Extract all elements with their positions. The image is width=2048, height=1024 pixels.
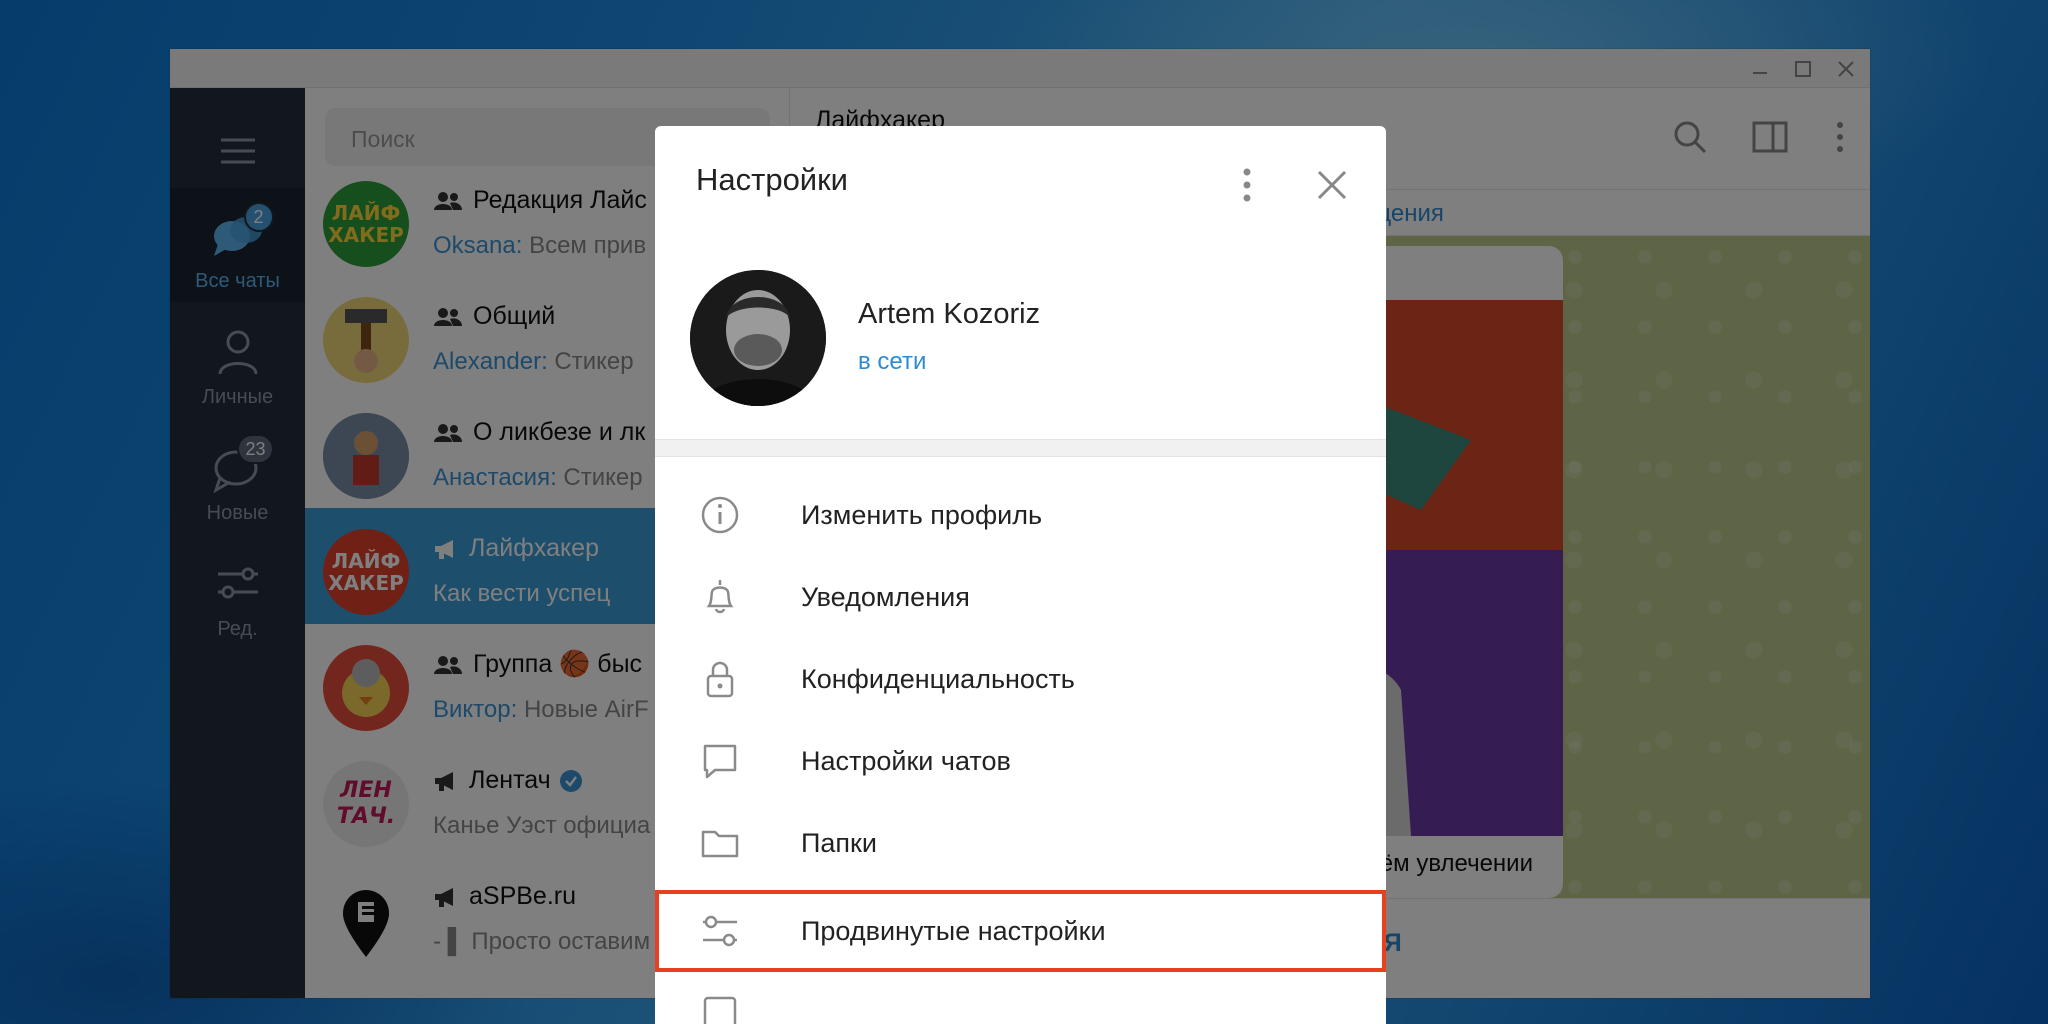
menu-item-label: Уведомления: [801, 582, 970, 612]
partial-icon: [703, 996, 737, 1024]
menu-item-advanced-settings[interactable]: Продвинутые настройки: [655, 890, 1386, 972]
menu-item-label: Конфиденциальность: [801, 664, 1075, 694]
profile-status: в сети: [858, 348, 927, 375]
menu-item-label: Продвинутые настройки: [801, 916, 1106, 946]
folder-icon: [701, 830, 739, 858]
menu-item-partial[interactable]: [655, 984, 1386, 1024]
bell-icon: [706, 580, 734, 614]
menu-item-folders[interactable]: Папки: [655, 802, 1386, 884]
menu-item-edit-profile[interactable]: Изменить профиль: [655, 474, 1386, 556]
profile-name: Artem Kozoriz: [858, 298, 1041, 330]
menu-item-label: Папки: [801, 828, 877, 858]
avatar[interactable]: [690, 270, 826, 406]
menu-item-label: Настройки чатов: [801, 746, 1011, 776]
menu-item-chat-settings[interactable]: Настройки чатов: [655, 720, 1386, 802]
section-divider: [655, 439, 1386, 457]
settings-dialog: Настройки Artem Kozoriz в сети Изменить …: [655, 126, 1386, 1024]
info-icon: [701, 496, 739, 534]
sliders-icon: [703, 915, 737, 947]
menu-item-notifications[interactable]: Уведомления: [655, 556, 1386, 638]
more-vertical-icon[interactable]: [1229, 164, 1265, 206]
lock-icon: [706, 661, 734, 698]
chat-icon: [703, 744, 737, 779]
close-icon[interactable]: [1311, 164, 1353, 206]
menu-item-privacy[interactable]: Конфиденциальность: [655, 638, 1386, 720]
menu-item-label: Изменить профиль: [801, 500, 1043, 530]
dialog-title: Настройки: [696, 162, 849, 197]
